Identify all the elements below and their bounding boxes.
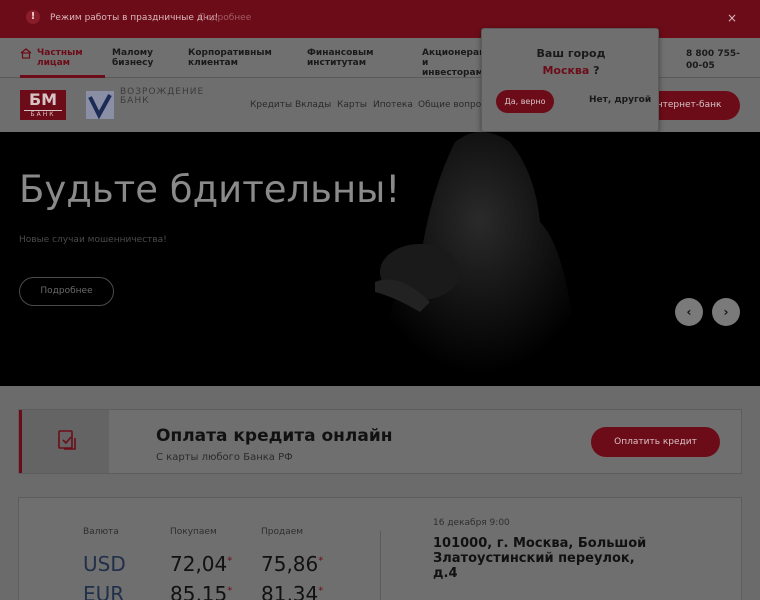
- rate-sell: 75,86*: [261, 552, 323, 576]
- city-popup: Ваш город Москва ? Да, верно Нет, другой: [481, 28, 659, 132]
- header-currency: Валюта: [83, 527, 119, 537]
- bm-logo-subtext: БАНК: [24, 110, 62, 119]
- close-icon[interactable]: ×: [727, 11, 737, 25]
- pay-credit-button[interactable]: Оплатить кредит: [591, 427, 720, 457]
- payment-icon-box: [19, 410, 109, 473]
- payment-title: Оплата кредита онлайн: [156, 426, 393, 446]
- hero-title: Будьте бдительны!: [19, 168, 401, 211]
- city-line: Москва ?: [482, 64, 660, 77]
- segment-financial[interactable]: Финансовым институтам: [307, 48, 387, 68]
- rate-buy: 72,04*: [170, 552, 232, 576]
- vozrozhdenie-logo-text: ВОЗРОЖДЕНИЕ БАНК: [120, 88, 204, 106]
- home-icon: [20, 48, 32, 59]
- change-city-button[interactable]: Нет, другой: [589, 95, 651, 105]
- credit-payment-card: Оплата кредита онлайн С карты любого Бан…: [18, 409, 742, 474]
- nav-deposits[interactable]: Вклады: [295, 100, 331, 110]
- header-sell: Продаем: [261, 527, 304, 537]
- city-question-mark: ?: [593, 64, 600, 77]
- rate-code: USD: [83, 552, 126, 576]
- payment-subtitle: С карты любого Банка РФ: [156, 452, 293, 463]
- rates-divider: [380, 531, 381, 600]
- nav-credits[interactable]: Кредиты: [250, 100, 292, 110]
- phone-number[interactable]: 8 800 755-00-05: [686, 48, 746, 72]
- nav-mortgage[interactable]: Ипотека: [373, 100, 413, 110]
- rate-buy-value: 72,04: [170, 552, 228, 576]
- hero-banner: Будьте бдительны! Новые случаи мошенниче…: [0, 132, 760, 386]
- confirm-city-button[interactable]: Да, верно: [496, 90, 554, 113]
- rate-marker: *: [227, 585, 233, 597]
- segment-corporate[interactable]: Корпоративным клиентам: [188, 48, 272, 68]
- city-question: Ваш город: [536, 47, 606, 60]
- rate-marker: *: [227, 555, 233, 567]
- segment-small-business[interactable]: Малому бизнесу: [112, 48, 172, 68]
- rate-buy: 85,15*: [170, 582, 232, 600]
- exclamation-icon: !: [26, 10, 40, 24]
- office-address[interactable]: 101000, г. Москва, Большой Златоустински…: [433, 536, 663, 581]
- vozrozhdenie-logo-icon[interactable]: [86, 91, 114, 119]
- rate-sell: 81,34*: [261, 582, 323, 600]
- segment-private[interactable]: Частным лицам: [37, 48, 97, 68]
- rate-sell-value: 75,86: [261, 552, 319, 576]
- header-buy: Покупаем: [170, 527, 217, 537]
- rate-marker: *: [318, 585, 324, 597]
- city-name: Москва: [542, 64, 590, 77]
- bm-bank-logo[interactable]: БМ БАНК: [20, 90, 66, 120]
- rate-buy-value: 85,15: [170, 582, 228, 600]
- rate-code: EUR: [83, 582, 125, 600]
- chevron-right-icon[interactable]: ›: [712, 298, 740, 326]
- hero-subtitle: Новые случаи мошенничества!: [19, 235, 167, 245]
- notice-text: Режим работы в праздничные дни!: [50, 13, 219, 23]
- hero-more-button[interactable]: Подробнее: [19, 277, 114, 306]
- rate-sell-value: 81,34: [261, 582, 319, 600]
- nav-cards[interactable]: Карты: [337, 100, 367, 110]
- voz-line2: БАНК: [120, 96, 150, 106]
- exchange-rates: Валюта Покупаем Продаем USD 72,04* 75,86…: [18, 497, 742, 600]
- payment-document-icon: [58, 430, 76, 450]
- rate-marker: *: [318, 555, 324, 567]
- chevron-left-icon[interactable]: ‹: [675, 298, 703, 326]
- bm-logo-text: БМ: [28, 90, 58, 109]
- notice-more-link[interactable]: Подробнее: [199, 13, 251, 23]
- rates-date: 16 декабря 9:00: [433, 518, 510, 528]
